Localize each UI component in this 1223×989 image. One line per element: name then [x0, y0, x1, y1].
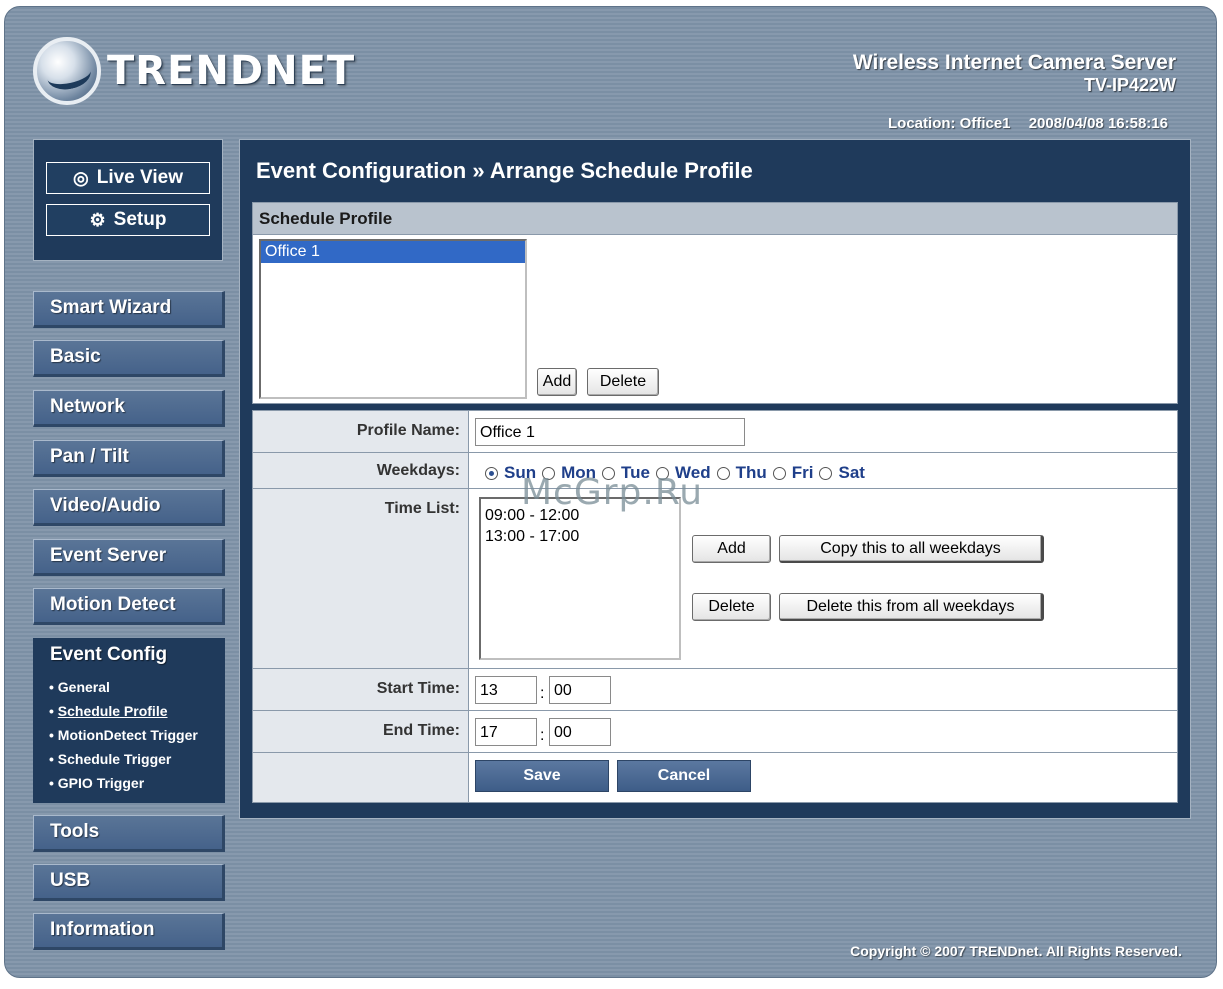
- logo-globe-icon: [33, 37, 101, 105]
- product-name: Wireless Internet Camera Server: [852, 51, 1176, 74]
- subnav-schedule-profile[interactable]: • Schedule Profile: [33, 699, 225, 723]
- save-button[interactable]: Save: [475, 760, 609, 792]
- delete-profile-button[interactable]: Delete: [587, 368, 659, 396]
- gear-icon: ⚙: [89, 209, 106, 230]
- end-time-row: End Time: 17 : 00: [253, 711, 1177, 753]
- watermark-text: McGrp.Ru: [521, 472, 704, 513]
- weekdays-row: Weekdays: Sun Mon Tue Wed Thu Fri Sat: [253, 453, 1177, 489]
- start-hour-input[interactable]: 13: [475, 676, 537, 704]
- time-separator: :: [540, 685, 545, 702]
- event-config-submenu: • General • Schedule Profile • MotionDet…: [33, 675, 225, 803]
- action-row-spacer: [253, 753, 469, 802]
- add-profile-button[interactable]: Add: [537, 368, 577, 396]
- nav-pan-tilt[interactable]: Pan / Tilt: [33, 440, 225, 477]
- location-bar: Location: Office1 2008/04/08 16:58:16: [874, 115, 1168, 132]
- brand-name: TRENDNET: [107, 48, 356, 94]
- nav-video-audio[interactable]: Video/Audio: [33, 489, 225, 526]
- eye-icon: ◎: [73, 167, 89, 188]
- time-item[interactable]: 13:00 - 17:00: [481, 526, 679, 547]
- schedule-profile-panel: Schedule Profile Office 1 Add Delete: [252, 202, 1178, 404]
- location-text: Location: Office1: [888, 115, 1011, 132]
- nav-tools[interactable]: Tools: [33, 815, 225, 852]
- profile-name-label: Profile Name:: [253, 411, 469, 452]
- end-hour-input[interactable]: 17: [475, 718, 537, 746]
- start-minute-input[interactable]: 00: [549, 676, 611, 704]
- radio-fri[interactable]: [772, 466, 786, 480]
- radio-sat[interactable]: [819, 466, 833, 480]
- main-panel: Event Configuration » Arrange Schedule P…: [239, 139, 1191, 819]
- radio-thu[interactable]: [716, 466, 730, 480]
- copyright-text: Copyright © 2007 TRENDnet. All Rights Re…: [850, 943, 1182, 959]
- nav-information[interactable]: Information: [33, 913, 225, 950]
- weekdays-label: Weekdays:: [253, 453, 469, 488]
- profile-name-row: Profile Name: Office 1: [253, 411, 1177, 453]
- live-view-button[interactable]: ◎ Live View: [46, 162, 210, 194]
- copy-to-all-weekdays-button[interactable]: Copy this to all weekdays: [779, 535, 1044, 563]
- add-time-button[interactable]: Add: [692, 535, 771, 563]
- setup-button[interactable]: ⚙ Setup: [46, 204, 210, 236]
- schedule-profile-header: Schedule Profile: [253, 203, 1177, 235]
- start-time-label: Start Time:: [253, 669, 469, 710]
- weekday-sat-label[interactable]: Sat: [838, 463, 864, 483]
- view-mode-box: ◎ Live View ⚙ Setup: [33, 139, 223, 261]
- profile-listbox[interactable]: Office 1: [259, 239, 527, 399]
- subnav-general[interactable]: • General: [33, 675, 225, 699]
- action-row: Save Cancel: [253, 753, 1177, 802]
- datetime-text: 2008/04/08 16:58:16: [1028, 115, 1168, 132]
- nav-network[interactable]: Network: [33, 390, 225, 427]
- start-time-row: Start Time: 13 : 00: [253, 669, 1177, 711]
- time-separator: :: [540, 727, 545, 744]
- nav-usb[interactable]: USB: [33, 864, 225, 901]
- nav-basic[interactable]: Basic: [33, 340, 225, 377]
- subnav-motiondetect-trigger[interactable]: • MotionDetect Trigger: [33, 723, 225, 747]
- page-title: Event Configuration » Arrange Schedule P…: [256, 158, 753, 183]
- radio-sun[interactable]: [485, 466, 498, 480]
- nav-smart-wizard[interactable]: Smart Wizard: [33, 291, 225, 328]
- trendnet-logo: TRENDNET: [33, 37, 355, 105]
- nav-event-server[interactable]: Event Server: [33, 539, 225, 576]
- time-list-row: Time List: 09:00 - 12:00 13:00 - 17:00 A…: [253, 489, 1177, 669]
- weekday-fri-label[interactable]: Fri: [792, 463, 814, 483]
- weekday-thu-label[interactable]: Thu: [736, 463, 767, 483]
- profile-item[interactable]: Office 1: [261, 241, 525, 263]
- end-minute-input[interactable]: 00: [549, 718, 611, 746]
- time-list-label: Time List:: [253, 489, 469, 668]
- nav-motion-detect[interactable]: Motion Detect: [33, 588, 225, 625]
- nav-event-config[interactable]: Event Config: [33, 638, 225, 675]
- cancel-button[interactable]: Cancel: [617, 760, 751, 792]
- profile-name-input[interactable]: Office 1: [475, 418, 745, 446]
- profile-form: Profile Name: Office 1 Weekdays: Sun Mon…: [252, 410, 1178, 803]
- product-model: TV-IP422W: [1083, 75, 1176, 95]
- delete-from-all-weekdays-button[interactable]: Delete this from all weekdays: [779, 593, 1044, 621]
- product-title: Wireless Internet Camera Server TV-IP422…: [853, 51, 1176, 96]
- subnav-schedule-trigger[interactable]: • Schedule Trigger: [33, 747, 225, 771]
- time-listbox[interactable]: 09:00 - 12:00 13:00 - 17:00: [479, 497, 681, 660]
- subnav-gpio-trigger[interactable]: • GPIO Trigger: [33, 771, 225, 795]
- end-time-label: End Time:: [253, 711, 469, 752]
- delete-time-button[interactable]: Delete: [692, 593, 771, 621]
